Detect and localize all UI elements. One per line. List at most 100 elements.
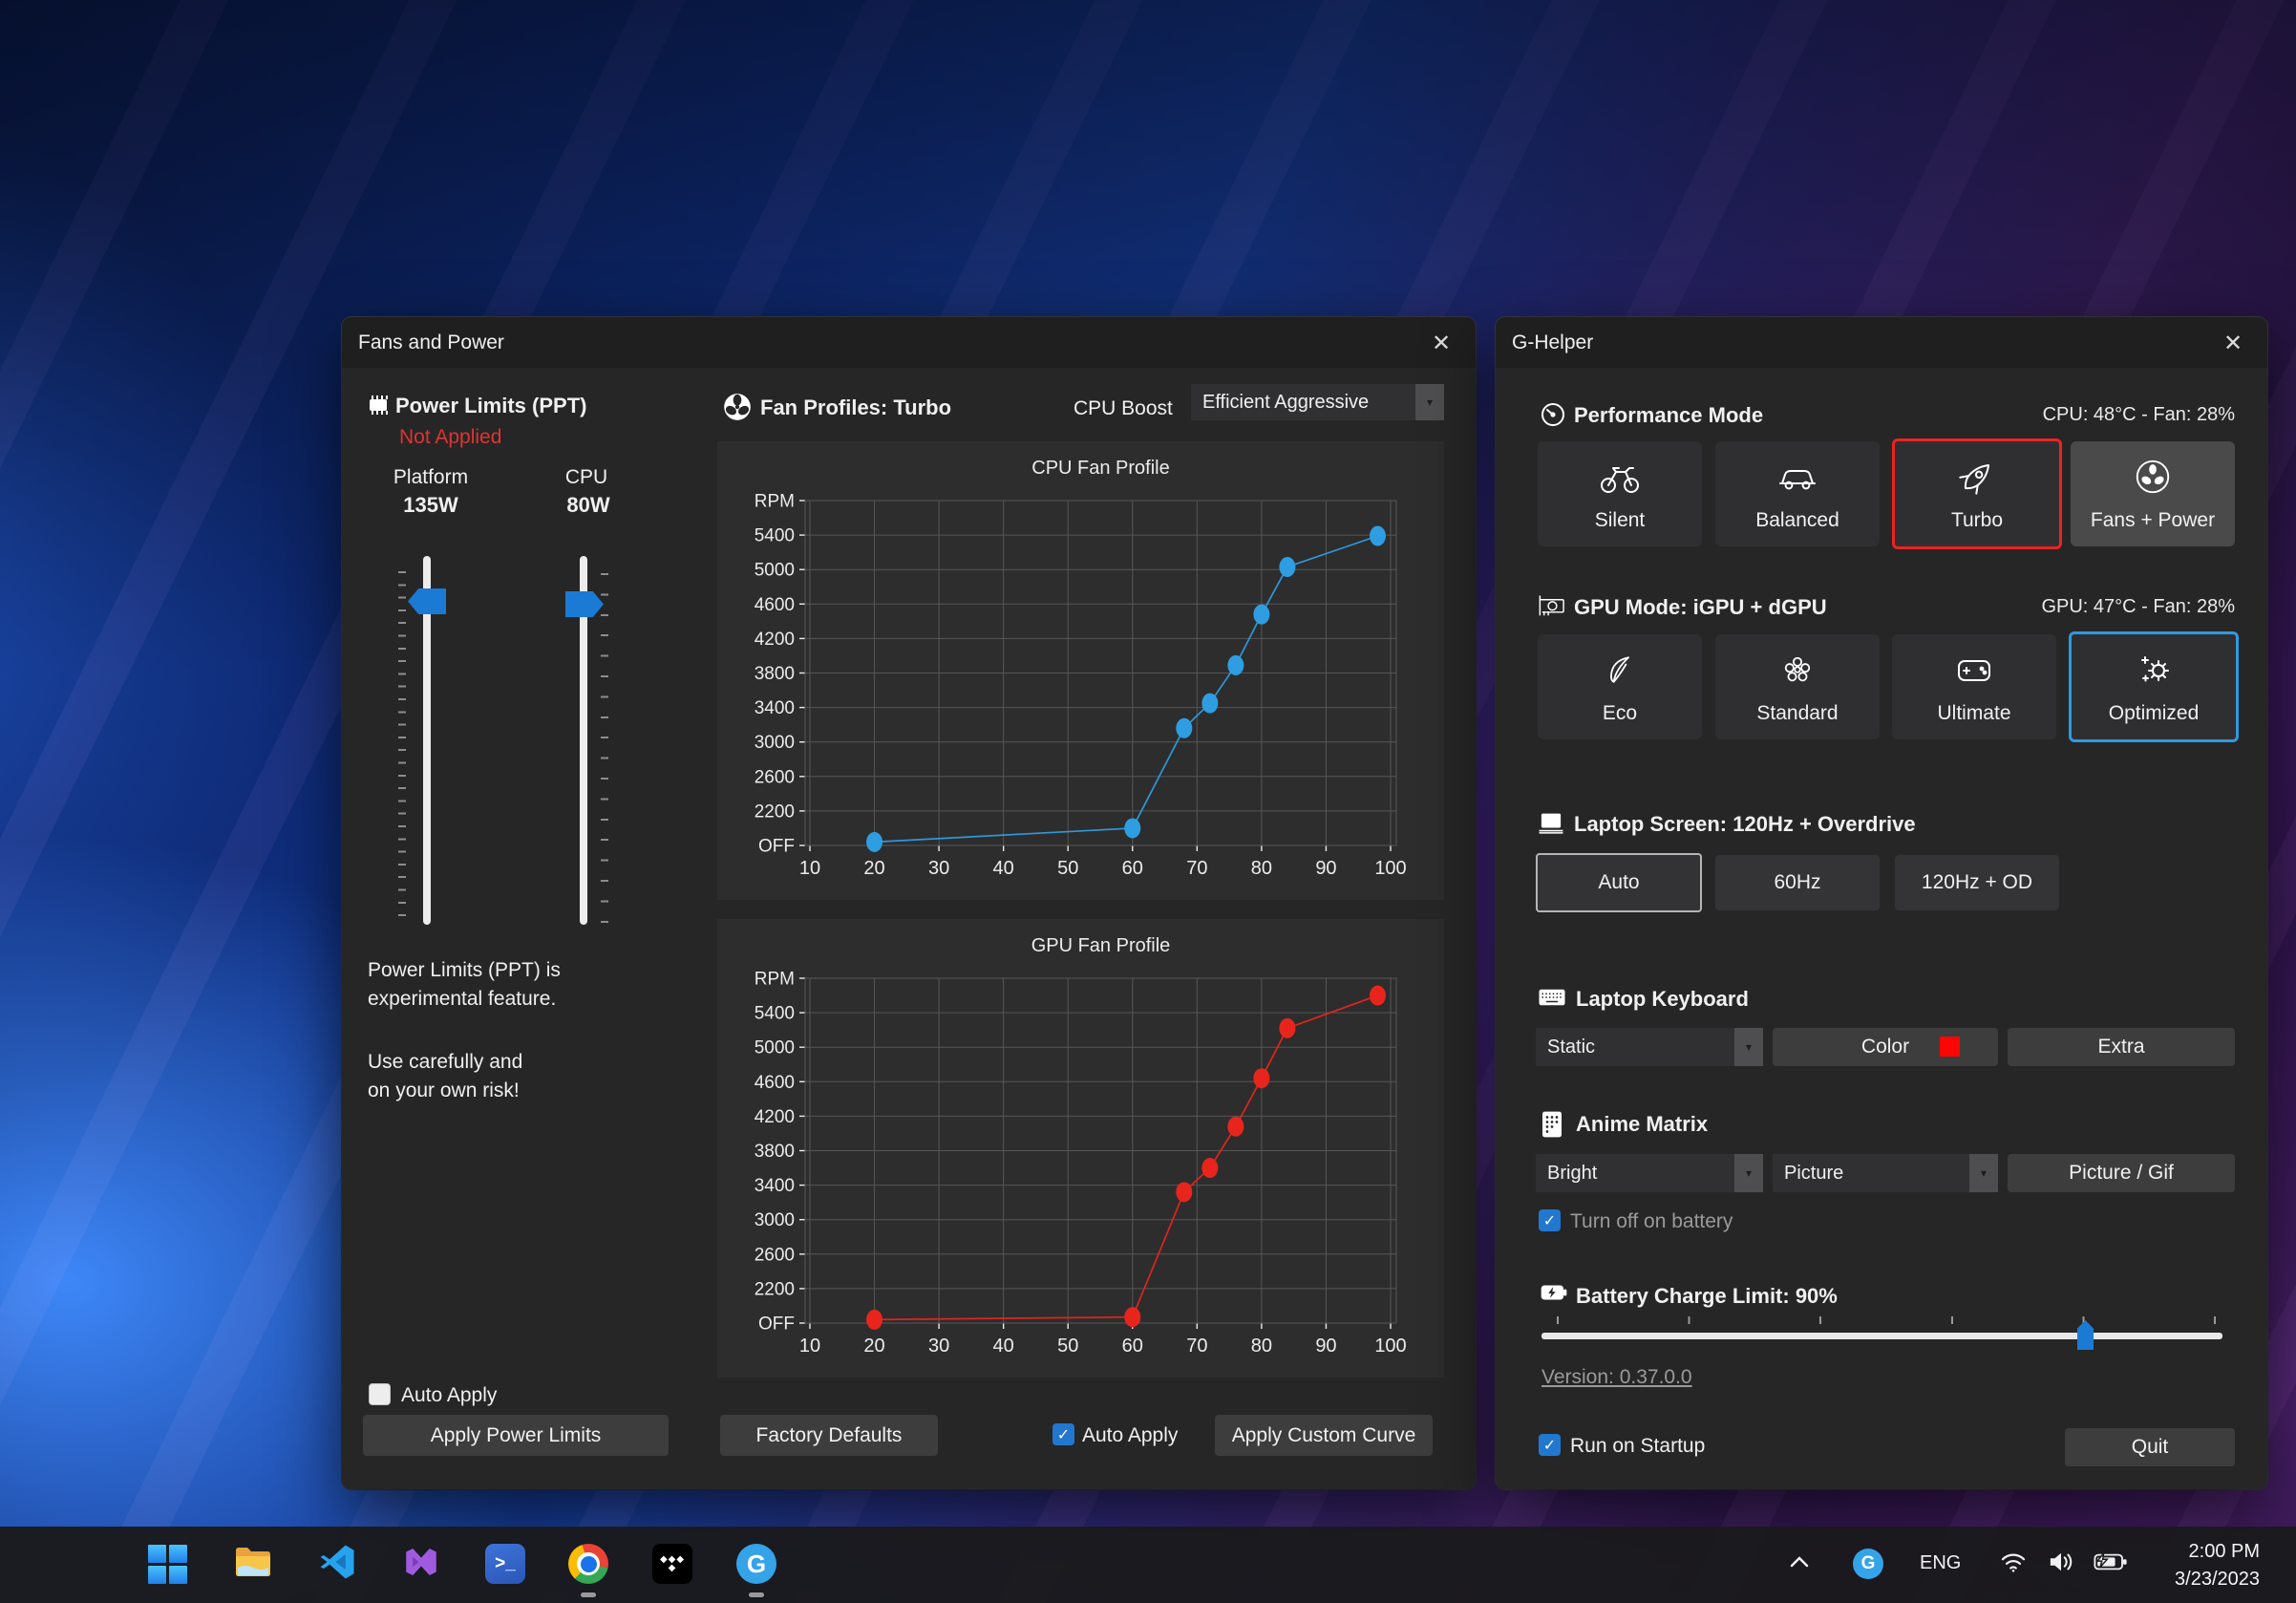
cpu-slider-thumb[interactable] xyxy=(565,591,604,617)
svg-text:100: 100 xyxy=(1374,1336,1406,1357)
chevron-down-icon[interactable]: ▾ xyxy=(1734,1028,1763,1066)
taskbar-vscode[interactable] xyxy=(316,1543,358,1585)
anime-matrix-heading: Anime Matrix xyxy=(1576,1112,1708,1137)
matrix-brightness-dropdown[interactable]: Bright ▾ xyxy=(1536,1154,1763,1192)
svg-text:GPU Fan Profile: GPU Fan Profile xyxy=(1031,935,1171,956)
version-link[interactable]: Version: 0.37.0.0 xyxy=(1541,1366,1692,1389)
tray-battery[interactable] xyxy=(2088,1543,2134,1585)
gpu-fan-chart[interactable]: GPU Fan ProfileRPM5400500046004200380034… xyxy=(717,919,1444,1382)
curve-point[interactable] xyxy=(1124,1307,1140,1327)
curve-point[interactable] xyxy=(1227,1117,1244,1137)
matrix-mode-dropdown[interactable]: Picture ▾ xyxy=(1773,1154,1998,1192)
mode-button-silent[interactable]: Silent xyxy=(1538,441,1702,546)
cpu-boost-dropdown[interactable]: Efficient Aggressive ▾ xyxy=(1191,384,1444,420)
chip-icon xyxy=(365,392,392,423)
chevron-up-icon xyxy=(1789,1555,1810,1573)
curve-point[interactable] xyxy=(1201,1158,1218,1178)
screen-button-60hz[interactable]: 60Hz xyxy=(1715,855,1880,910)
close-icon[interactable]: ✕ xyxy=(1420,325,1462,361)
keyboard-color-label: Color xyxy=(1861,1036,1909,1058)
curve-point[interactable] xyxy=(1370,526,1386,546)
tray-chevron-up[interactable] xyxy=(1782,1543,1817,1585)
ghelper-icon: G xyxy=(1853,1549,1883,1579)
svg-text:90: 90 xyxy=(1315,1336,1336,1357)
run-on-startup-checkbox[interactable]: ✓ xyxy=(1539,1434,1561,1456)
close-icon[interactable]: ✕ xyxy=(2212,325,2254,361)
svg-text:RPM: RPM xyxy=(755,970,795,990)
tray-wifi[interactable] xyxy=(1994,1543,2032,1585)
quit-button[interactable]: Quit xyxy=(2065,1428,2235,1466)
mode-button-label: Balanced xyxy=(1755,509,1839,532)
taskbar-ghelper[interactable]: G xyxy=(735,1543,777,1585)
chevron-down-icon[interactable]: ▾ xyxy=(1415,384,1444,420)
fan-icon xyxy=(722,392,753,427)
curve-point[interactable] xyxy=(1227,655,1244,675)
svg-text:OFF: OFF xyxy=(758,837,795,857)
curve-point[interactable] xyxy=(1253,1068,1269,1088)
mode-button-balanced[interactable]: Balanced xyxy=(1715,441,1880,546)
matrix-battery-checkbox[interactable]: ✓ xyxy=(1539,1209,1561,1231)
svg-text:3000: 3000 xyxy=(755,733,795,753)
curve-point[interactable] xyxy=(1279,1018,1295,1038)
ghelper-running-indicator xyxy=(749,1592,764,1597)
taskbar-visual-studio[interactable] xyxy=(400,1543,442,1585)
tray-language[interactable]: ENG xyxy=(1920,1552,1961,1574)
keyboard-color-button[interactable]: Color xyxy=(1773,1028,1998,1066)
curve-point[interactable] xyxy=(1279,557,1295,577)
chevron-down-icon[interactable]: ▾ xyxy=(1734,1154,1763,1192)
cpu-fan-profile[interactable]: CPU Fan ProfileRPM5400500046004200380034… xyxy=(717,441,1444,900)
apply-power-limits-button[interactable]: Apply Power Limits xyxy=(363,1415,669,1456)
taskbar-file-explorer[interactable] xyxy=(232,1543,274,1585)
curve-point[interactable] xyxy=(1176,718,1192,738)
battery-slider-track[interactable] xyxy=(1541,1333,2222,1339)
tray-volume[interactable] xyxy=(2040,1543,2082,1585)
gpu-button-standard[interactable]: Standard xyxy=(1715,634,1880,739)
curve-point[interactable] xyxy=(1253,605,1269,625)
cpu-boost-value: Efficient Aggressive xyxy=(1191,392,1415,414)
taskbar-tidal[interactable]: ◆◆◆◆ xyxy=(651,1543,693,1585)
chevron-down-icon[interactable]: ▾ xyxy=(1969,1154,1998,1192)
tray-clock[interactable]: 2:00 PM 3/23/2023 xyxy=(2175,1538,2260,1593)
svg-text:50: 50 xyxy=(1057,1336,1078,1357)
svg-text:40: 40 xyxy=(993,858,1014,879)
matrix-picture-gif-button[interactable]: Picture / Gif xyxy=(2008,1154,2235,1192)
color-swatch xyxy=(1940,1037,1960,1057)
start-button[interactable] xyxy=(146,1543,188,1585)
svg-text:10: 10 xyxy=(799,858,820,879)
gpu-button-ultimate[interactable]: Ultimate xyxy=(1892,634,2056,739)
tray-ghelper-icon[interactable]: G xyxy=(1851,1543,1885,1585)
keyboard-mode-dropdown[interactable]: Static ▾ xyxy=(1536,1028,1763,1066)
platform-slider-thumb[interactable] xyxy=(408,588,446,614)
battery-slider-thumb[interactable] xyxy=(2077,1320,2094,1350)
svg-text:4600: 4600 xyxy=(755,1073,795,1093)
terminal-icon: >_ xyxy=(485,1544,525,1584)
keyboard-extra-button[interactable]: Extra xyxy=(2008,1028,2235,1066)
apply-custom-curve-button[interactable]: Apply Custom Curve xyxy=(1215,1415,1433,1456)
curve-point[interactable] xyxy=(1201,694,1218,714)
gpu-button-optimized[interactable]: Optimized xyxy=(2069,631,2239,742)
anime-matrix-icon xyxy=(1540,1110,1564,1143)
curve-point[interactable] xyxy=(1124,818,1140,838)
screen-button-auto[interactable]: Auto xyxy=(1536,853,1702,912)
mode-button-turbo[interactable]: Turbo xyxy=(1892,438,2062,549)
gpu-fan-profile[interactable]: GPU Fan ProfileRPM5400500046004200380034… xyxy=(717,919,1444,1378)
screen-button-120hz-od[interactable]: 120Hz + OD xyxy=(1895,855,2059,910)
curve-point[interactable] xyxy=(1176,1182,1192,1202)
curve-auto-apply-checkbox[interactable]: ✓ xyxy=(1052,1423,1074,1445)
taskbar-terminal[interactable]: >_ xyxy=(484,1543,526,1585)
curve-point[interactable] xyxy=(866,1310,882,1330)
ghelper-titlebar[interactable]: G-Helper xyxy=(1496,317,2267,368)
fans-window-titlebar[interactable]: Fans and Power xyxy=(342,317,1476,368)
mode-button-fans-power[interactable]: Fans + Power xyxy=(2071,441,2235,546)
taskbar-chrome[interactable] xyxy=(567,1543,609,1585)
fans-window-title: Fans and Power xyxy=(358,331,504,354)
svg-text:2600: 2600 xyxy=(755,1245,795,1265)
curve-point[interactable] xyxy=(866,832,882,852)
curve-point[interactable] xyxy=(1370,986,1386,1006)
gpu-button-eco[interactable]: Eco xyxy=(1538,634,1702,739)
cpu-fan-chart[interactable]: CPU Fan ProfileRPM5400500046004200380034… xyxy=(717,441,1444,905)
power-auto-apply-checkbox[interactable] xyxy=(369,1383,391,1405)
version-link-text[interactable]: Version: 0.37.0.0 xyxy=(1541,1366,1692,1388)
svg-text:4200: 4200 xyxy=(755,1107,795,1127)
factory-defaults-button[interactable]: Factory Defaults xyxy=(720,1415,938,1456)
